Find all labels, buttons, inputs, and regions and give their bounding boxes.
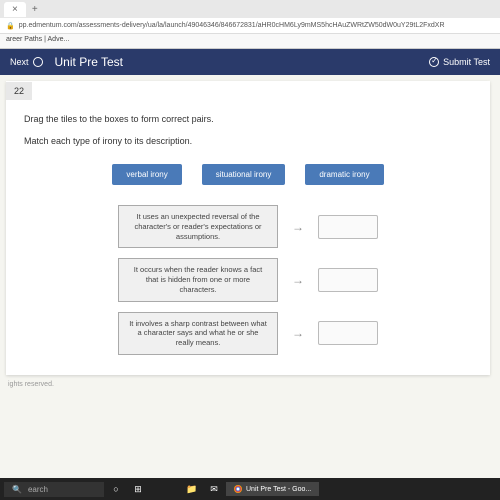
- url-bar[interactable]: 🔒 pp.edmentum.com/assessments-delivery/u…: [0, 18, 500, 34]
- description-box: It occurs when the reader knows a fact t…: [118, 258, 278, 301]
- chrome-icon: [234, 485, 242, 493]
- search-icon: 🔍: [12, 485, 22, 494]
- draggable-tiles-row: verbal irony situational irony dramatic …: [24, 164, 472, 185]
- arrow-icon: →: [292, 273, 304, 287]
- lock-icon: 🔒: [6, 22, 15, 30]
- drop-target[interactable]: [318, 215, 378, 239]
- tile-situational-irony[interactable]: situational irony: [202, 164, 286, 185]
- match-row: It involves a sharp contrast between wha…: [118, 312, 378, 355]
- page-title: Unit Pre Test: [55, 55, 123, 69]
- tile-dramatic-irony[interactable]: dramatic irony: [305, 164, 383, 185]
- taskbar: 🔍 earch ○ ⊞ 📁 ✉ Unit Pre Test - Goo...: [0, 478, 500, 500]
- taskbar-window[interactable]: Unit Pre Test - Goo...: [226, 482, 319, 496]
- question-panel: 22 Drag the tiles to the boxes to form c…: [6, 81, 490, 375]
- match-row: It occurs when the reader knows a fact t…: [118, 258, 378, 301]
- task-view-icon[interactable]: ⊞: [128, 481, 148, 497]
- browser-chrome: × + 🔒 pp.edmentum.com/assessments-delive…: [0, 0, 500, 49]
- taskbar-search[interactable]: 🔍 earch: [4, 482, 104, 497]
- prompt-text: Match each type of irony to its descript…: [24, 136, 472, 146]
- browser-tab[interactable]: ×: [4, 2, 26, 17]
- description-box: It involves a sharp contrast between wha…: [118, 312, 278, 355]
- match-rows: It uses an unexpected reversal of the ch…: [24, 205, 472, 355]
- mail-icon[interactable]: ✉: [204, 481, 224, 497]
- new-tab-button[interactable]: +: [26, 4, 44, 15]
- submit-test-button[interactable]: Submit Test: [429, 57, 490, 67]
- tab-bar: × +: [0, 0, 500, 18]
- url-text: pp.edmentum.com/assessments-delivery/ua/…: [19, 22, 445, 29]
- cortana-icon[interactable]: ○: [106, 481, 126, 497]
- close-icon[interactable]: ×: [12, 4, 18, 15]
- question-number: 22: [6, 82, 32, 100]
- app-header: Next Unit Pre Test Submit Test: [0, 49, 500, 75]
- footer-text: ights reserved.: [0, 377, 500, 392]
- next-button[interactable]: Next: [10, 57, 43, 67]
- arrow-icon: →: [292, 326, 304, 340]
- arrow-icon: →: [292, 220, 304, 234]
- next-arrow-icon: [33, 57, 43, 67]
- tile-verbal-irony[interactable]: verbal irony: [112, 164, 181, 185]
- drop-target[interactable]: [318, 321, 378, 345]
- file-explorer-icon[interactable]: 📁: [182, 481, 202, 497]
- check-icon: [429, 57, 439, 67]
- drop-target[interactable]: [318, 268, 378, 292]
- bookmark-bar: areer Paths | Adve...: [0, 34, 500, 48]
- instruction-text: Drag the tiles to the boxes to form corr…: [24, 114, 472, 124]
- match-row: It uses an unexpected reversal of the ch…: [118, 205, 378, 248]
- bookmark-item[interactable]: areer Paths | Adve...: [6, 36, 69, 43]
- description-box: It uses an unexpected reversal of the ch…: [118, 205, 278, 248]
